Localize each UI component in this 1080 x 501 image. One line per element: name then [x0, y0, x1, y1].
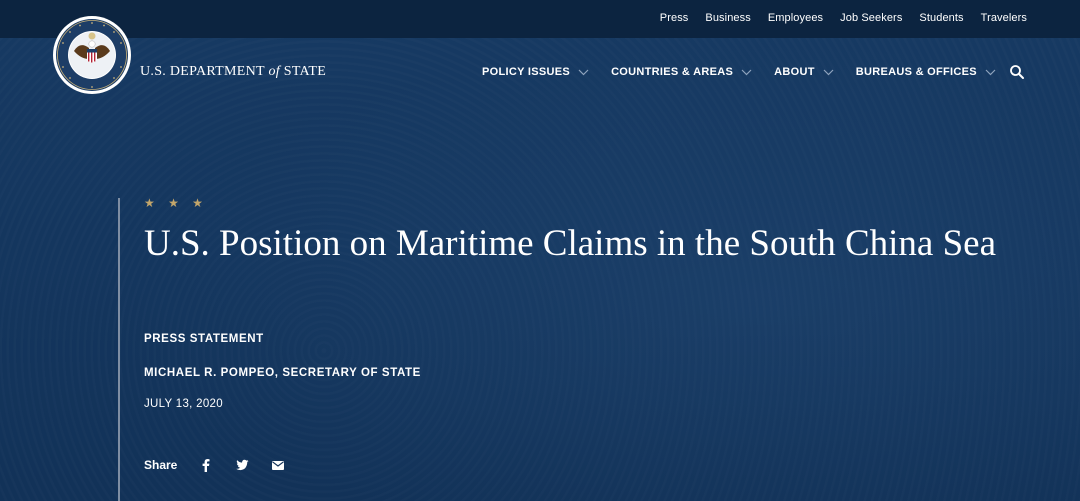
brand-prefix: U.S. DEPARTMENT: [140, 64, 269, 79]
twitter-icon[interactable]: [235, 458, 249, 472]
share-label: Share: [144, 458, 178, 472]
email-icon[interactable]: [271, 458, 285, 472]
department-seal-logo[interactable]: [52, 15, 132, 95]
nav-bureaus-offices[interactable]: BUREAUS & OFFICES: [856, 66, 996, 78]
site-title[interactable]: U.S. DEPARTMENT of STATE: [140, 64, 326, 80]
utility-bar: Press Business Employees Job Seekers Stu…: [0, 0, 1080, 38]
article-date: JULY 13, 2020: [144, 398, 223, 410]
brand-of: of: [268, 64, 280, 79]
chevron-down-icon: [823, 69, 834, 76]
page-title: U.S. Position on Maritime Claims in the …: [144, 223, 997, 264]
nav-label: BUREAUS & OFFICES: [855, 66, 977, 78]
content-rule: [118, 198, 120, 501]
nav-countries-areas[interactable]: COUNTRIES & AREAS: [611, 66, 752, 78]
utility-link-job-seekers[interactable]: Job Seekers: [840, 12, 902, 24]
main-nav: POLICY ISSUES COUNTRIES & AREAS ABOUT BU…: [482, 66, 996, 78]
nav-label: POLICY ISSUES: [482, 66, 571, 78]
article-type: PRESS STATEMENT: [144, 333, 264, 345]
article-author[interactable]: MICHAEL R. POMPEO, SECRETARY OF STATE: [144, 367, 421, 379]
brand-suffix: STATE: [279, 64, 327, 79]
share-bar: Share: [144, 458, 285, 472]
nav-policy-issues[interactable]: POLICY ISSUES: [482, 66, 589, 78]
utility-link-press[interactable]: Press: [660, 12, 689, 24]
utility-nav: Press Business Employees Job Seekers Stu…: [660, 12, 1027, 24]
chevron-down-icon: [985, 69, 996, 76]
nav-label: COUNTRIES & AREAS: [611, 66, 734, 78]
search-icon[interactable]: [1009, 64, 1025, 80]
facebook-icon[interactable]: [199, 458, 213, 472]
utility-link-business[interactable]: Business: [705, 12, 750, 24]
chevron-down-icon: [741, 69, 752, 76]
utility-link-employees[interactable]: Employees: [768, 12, 823, 24]
utility-link-travelers[interactable]: Travelers: [981, 12, 1027, 24]
chevron-down-icon: [578, 69, 589, 76]
stars-ornament: ★ ★ ★: [144, 196, 208, 210]
utility-link-students[interactable]: Students: [919, 12, 963, 24]
nav-label: ABOUT: [774, 66, 815, 78]
nav-about[interactable]: ABOUT: [774, 66, 834, 78]
